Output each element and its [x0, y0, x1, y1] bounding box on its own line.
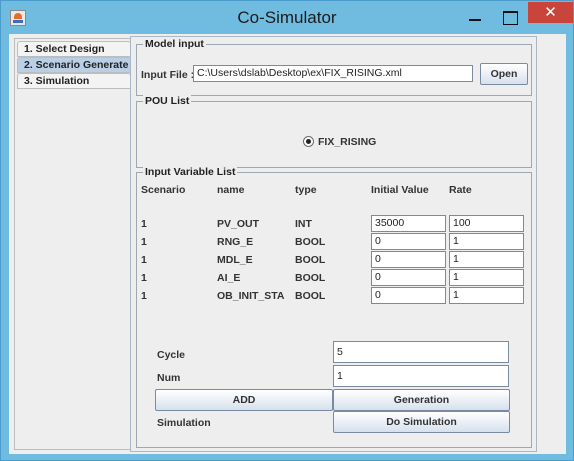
row-name: OB_INIT_STA: [217, 290, 285, 302]
input-file-label: Input File :: [141, 69, 195, 81]
row-name: PV_OUT: [217, 218, 260, 230]
do-simulation-button[interactable]: Do Simulation: [333, 411, 510, 433]
row-type: BOOL: [295, 236, 326, 248]
row-name: RNG_E: [217, 236, 254, 248]
row-name: AI_E: [217, 272, 241, 284]
app-window: Co-Simulator ✕ 1. Select Design 2. Scena…: [0, 0, 574, 461]
initial-value-field[interactable]: 0: [371, 251, 446, 268]
num-label: Num: [157, 372, 181, 384]
row-scenario: 1: [141, 290, 147, 302]
window-title: Co-Simulator: [237, 8, 337, 27]
row-scenario: 1: [141, 254, 147, 266]
tab-scenario-generate[interactable]: 2. Scenario Generate: [17, 57, 131, 73]
model-input-group: Model input Input File : C:\Users\dslab\…: [136, 38, 532, 96]
row-scenario: 1: [141, 218, 147, 230]
cycle-field[interactable]: 5: [333, 341, 509, 363]
generation-button[interactable]: Generation: [333, 389, 510, 411]
input-variable-group: Input Variable List Scenario name type I…: [136, 166, 532, 448]
row-scenario: 1: [141, 272, 147, 284]
initial-value-field[interactable]: 0: [371, 269, 446, 286]
rate-field[interactable]: 100: [449, 215, 524, 232]
close-icon[interactable]: ✕: [528, 2, 573, 23]
row-type: BOOL: [295, 272, 326, 284]
initial-value-field[interactable]: 0: [371, 287, 446, 304]
add-button[interactable]: ADD: [155, 389, 333, 411]
pou-list-title: POU List: [143, 95, 192, 107]
cycle-label: Cycle: [157, 349, 186, 361]
rate-field[interactable]: 1: [449, 233, 524, 250]
open-button[interactable]: Open: [480, 63, 528, 85]
row-type: BOOL: [295, 254, 326, 266]
row-scenario: 1: [141, 236, 147, 248]
rate-field[interactable]: 1: [449, 251, 524, 268]
pou-radio-label[interactable]: FIX_RISING: [318, 136, 376, 148]
scenario-panel: Model input Input File : C:\Users\dslab\…: [130, 36, 537, 452]
header-rate: Rate: [449, 184, 472, 196]
initial-value-field[interactable]: 0: [371, 233, 446, 250]
num-field[interactable]: 1: [333, 365, 509, 387]
simulation-label: Simulation: [157, 417, 211, 429]
header-name: name: [217, 184, 245, 196]
client-area: 1. Select Design 2. Scenario Generate 3.…: [9, 34, 566, 454]
header-scenario: Scenario: [141, 184, 186, 196]
initial-value-field[interactable]: 35000: [371, 215, 446, 232]
minimize-icon[interactable]: [463, 9, 487, 25]
rate-field[interactable]: 1: [449, 269, 524, 286]
header-initial-value: Initial Value: [371, 184, 429, 196]
tab-select-design[interactable]: 1. Select Design: [17, 41, 131, 57]
pou-list-group: POU List FIX_RISING: [136, 95, 532, 168]
model-input-title: Model input: [143, 38, 206, 50]
input-variable-title: Input Variable List: [143, 166, 238, 178]
title-bar[interactable]: Co-Simulator ✕: [1, 1, 573, 34]
maximize-icon[interactable]: [498, 9, 522, 25]
rate-field[interactable]: 1: [449, 287, 524, 304]
row-type: BOOL: [295, 290, 326, 302]
row-type: INT: [295, 218, 312, 230]
pou-radio-button[interactable]: [303, 136, 314, 147]
header-type: type: [295, 184, 317, 196]
tab-simulation[interactable]: 3. Simulation: [17, 73, 131, 89]
input-file-field[interactable]: C:\Users\dslab\Desktop\ex\FIX_RISING.xml: [193, 65, 473, 82]
tab-list: 1. Select Design 2. Scenario Generate 3.…: [14, 38, 132, 450]
row-name: MDL_E: [217, 254, 253, 266]
